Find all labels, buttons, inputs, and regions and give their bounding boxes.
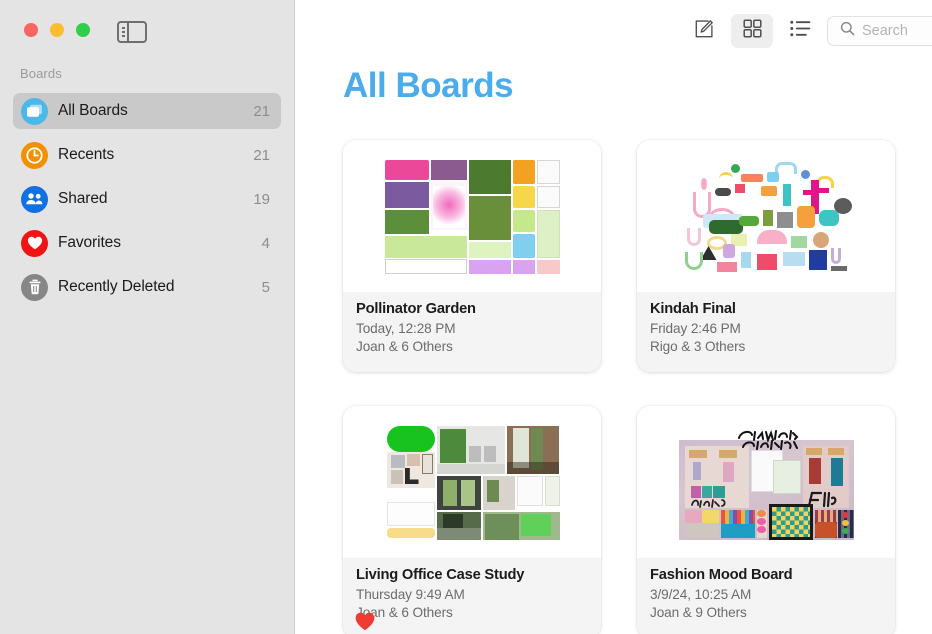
board-title: Fashion Mood Board	[650, 567, 793, 583]
board-people: Joan & 6 Others	[356, 605, 453, 621]
sidebar-section-header: Boards	[20, 66, 62, 81]
board-people: Joan & 6 Others	[356, 339, 453, 355]
boards-grid: Pollinator Garden Today, 12:28 PM Joan &…	[343, 140, 895, 634]
sidebar-item-label: All Boards	[58, 102, 128, 119]
grid-icon	[742, 19, 762, 43]
sidebar-nav: All Boards 21 Recents 21 Shared 19 Favor…	[0, 93, 294, 313]
board-card-living-office-case-study[interactable]: Living Office Case Study Thursday 9:49 A…	[343, 406, 601, 634]
sidebar-item-favorites[interactable]: Favorites 4	[13, 225, 281, 261]
board-card-footer: Fashion Mood Board 3/9/24, 10:25 AM Joan…	[637, 558, 895, 634]
board-card-pollinator-garden[interactable]: Pollinator Garden Today, 12:28 PM Joan &…	[343, 140, 601, 630]
board-thumbnail	[343, 406, 601, 558]
kindah-final-thumbnail	[679, 158, 854, 274]
new-board-button[interactable]	[683, 14, 725, 48]
trash-icon	[21, 273, 48, 301]
search-placeholder: Search	[862, 23, 908, 39]
clock-icon	[21, 141, 48, 169]
sidebar-item-all-boards[interactable]: All Boards 21	[13, 93, 281, 129]
page-title: All Boards	[343, 66, 514, 105]
compose-icon	[694, 18, 715, 44]
sidebar-item-label: Favorites	[58, 234, 121, 251]
toolbar: Search	[295, 0, 932, 62]
zoom-button[interactable]	[76, 23, 90, 37]
sidebar-item-count: 19	[253, 190, 270, 208]
sidebar-toggle-divider	[127, 21, 129, 43]
board-date: 3/9/24, 10:25 AM	[650, 587, 752, 602]
grid-view-button[interactable]	[731, 14, 773, 48]
board-title: Living Office Case Study	[356, 567, 525, 583]
sidebar-item-count: 21	[253, 102, 270, 120]
fashion-mood-board-thumbnail	[678, 424, 854, 540]
window-controls	[24, 23, 90, 37]
sidebar-item-label: Shared	[58, 190, 108, 207]
board-thumbnail	[637, 406, 895, 558]
favorite-heart-icon[interactable]	[355, 612, 375, 631]
sidebar-item-recents[interactable]: Recents 21	[13, 137, 281, 173]
board-card-footer: Living Office Case Study Thursday 9:49 A…	[343, 558, 601, 634]
sidebar-item-recently-deleted[interactable]: Recently Deleted 5	[13, 269, 281, 305]
minimize-button[interactable]	[50, 23, 64, 37]
sidebar-toggle-line	[121, 27, 125, 29]
board-card-fashion-mood-board[interactable]: Fashion Mood Board 3/9/24, 10:25 AM Joan…	[637, 406, 895, 634]
search-icon	[840, 21, 862, 41]
sidebar-item-label: Recently Deleted	[58, 278, 175, 295]
list-icon	[789, 20, 811, 42]
main-content: Search All Boards Pollinator Garden Toda…	[295, 0, 932, 634]
board-card-footer: Kindah Final Friday 2:46 PM Rigo & 3 Oth…	[637, 292, 895, 372]
board-date: Friday 2:46 PM	[650, 321, 741, 336]
board-thumbnail	[343, 140, 601, 292]
pollinator-garden-thumbnail	[384, 158, 560, 274]
board-card-kindah-final[interactable]: Kindah Final Friday 2:46 PM Rigo & 3 Oth…	[355, 140, 895, 630]
sidebar-item-count: 4	[261, 234, 270, 252]
sidebar-toggle-line	[121, 35, 125, 37]
close-button[interactable]	[24, 23, 38, 37]
heart-icon	[21, 229, 48, 257]
sidebar: Boards All Boards 21 Recents 21 Shared 1…	[0, 0, 295, 634]
search-input[interactable]: Search	[827, 16, 932, 46]
sidebar-item-count: 5	[261, 278, 270, 296]
board-date: Today, 12:28 PM	[356, 321, 456, 336]
sidebar-toggle-icon[interactable]	[117, 21, 147, 43]
sidebar-item-label: Recents	[58, 146, 115, 163]
board-title: Pollinator Garden	[356, 301, 476, 317]
app-window: Boards All Boards 21 Recents 21 Shared 1…	[0, 0, 932, 634]
sidebar-item-count: 21	[253, 146, 270, 164]
living-office-thumbnail	[385, 424, 560, 540]
sidebar-toggle-line	[121, 31, 125, 33]
board-date: Thursday 9:49 AM	[356, 587, 465, 602]
board-card-footer: Pollinator Garden Today, 12:28 PM Joan &…	[343, 292, 601, 372]
board-people: Rigo & 3 Others	[650, 339, 746, 355]
board-thumbnail	[637, 140, 895, 292]
board-title: Kindah Final	[650, 301, 736, 317]
boards-icon	[21, 97, 48, 125]
list-view-button[interactable]	[779, 14, 821, 48]
people-icon	[21, 185, 48, 213]
board-people: Joan & 9 Others	[650, 605, 747, 621]
sidebar-item-shared[interactable]: Shared 19	[13, 181, 281, 217]
